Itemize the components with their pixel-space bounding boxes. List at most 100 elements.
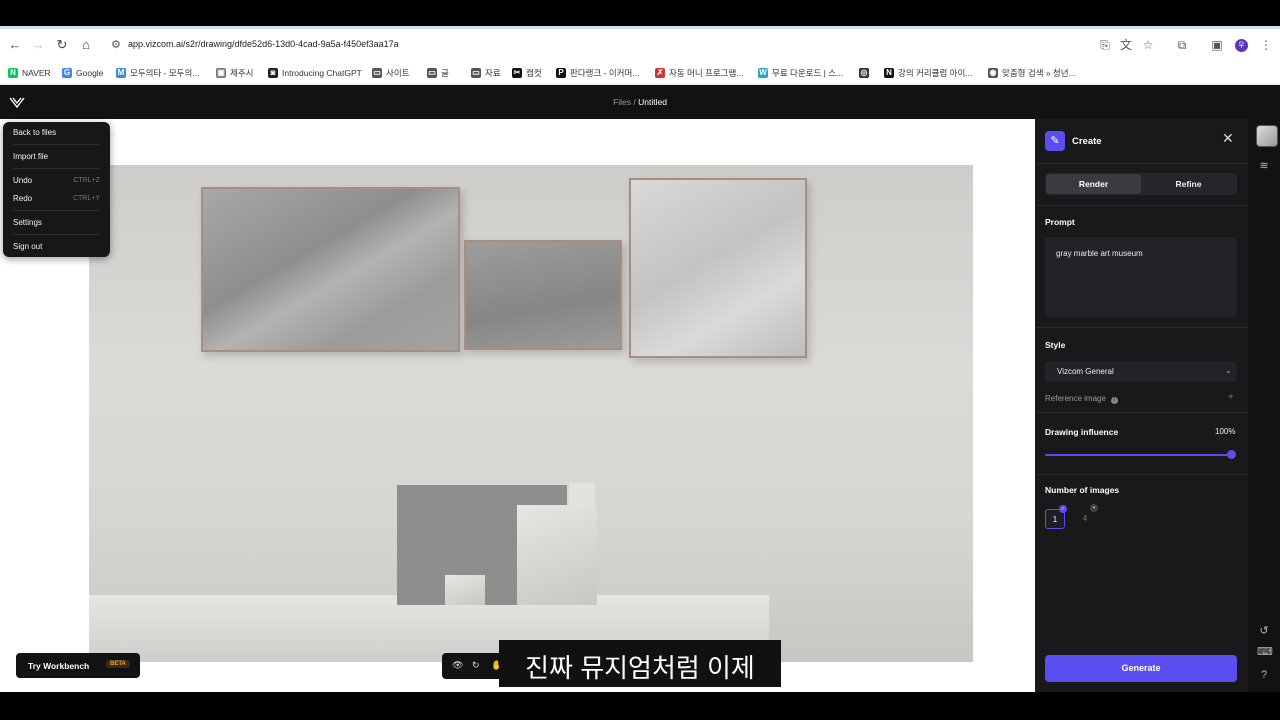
bookmark-icon: N (8, 68, 18, 78)
extensions-icon[interactable]: ⧉ (1174, 37, 1190, 53)
slider-fill (1045, 454, 1231, 456)
panel-divider (1035, 412, 1248, 413)
bookmark-item[interactable]: G Google (62, 66, 103, 80)
bookmark-item[interactable]: ▭ 사이트 (372, 66, 409, 80)
site-settings-icon[interactable]: ⚙ (111, 38, 121, 51)
bookmark-label: 제주시 (230, 68, 254, 78)
bookmark-icon: ◉ (988, 68, 998, 78)
reference-image-label: Reference image (1045, 394, 1106, 403)
menu-divider (13, 234, 100, 235)
panel-divider (1035, 205, 1248, 206)
bookmark-item[interactable]: ◎ (859, 66, 873, 80)
file-menu: Back to files Import file Undo CTRL+Z Re… (3, 122, 110, 257)
layers-icon[interactable]: ≋ (1257, 159, 1271, 173)
magic-wand-icon: ✎ (1045, 131, 1065, 151)
more-menu-icon[interactable]: ⋮ (1258, 37, 1274, 53)
translate-icon[interactable]: 文 (1118, 37, 1134, 53)
menu-item-undo[interactable]: Undo (13, 176, 32, 185)
info-icon[interactable]: i (1110, 397, 1118, 404)
bookmarks-bar: N NAVER G Google M 모두의타 - 모두의... ▣ 제주시 ◙ Introduc… (0, 62, 1280, 85)
images-option-4-label: 4 (1082, 514, 1088, 523)
menu-item-back-to-files[interactable]: Back to files (13, 128, 56, 137)
close-icon[interactable]: ✕ (1222, 130, 1234, 147)
chevron-down-icon: ⌄ (1225, 366, 1232, 375)
marble-vase (517, 505, 597, 605)
bookmark-item[interactable]: M 모두의타 - 모두의... (116, 66, 199, 80)
bookmark-icon: ▭ (471, 68, 481, 78)
top-black-bar (0, 0, 1280, 29)
images-option-1[interactable]: 1 ✓ (1045, 505, 1067, 529)
tab-render[interactable]: Render (1046, 174, 1141, 194)
bookmark-label: Google (76, 68, 104, 78)
bookmark-icon: G (62, 68, 72, 78)
home-icon[interactable]: ⌂ (78, 37, 94, 53)
history-icon[interactable]: ↺ (1257, 624, 1271, 638)
try-workbench-button[interactable]: Try Workbench BETA (16, 653, 140, 678)
breadcrumb-current[interactable]: Untitled (638, 97, 667, 107)
help-icon[interactable]: ? (1257, 668, 1271, 682)
tab-refine[interactable]: Refine (1141, 174, 1236, 194)
bookmark-icon: ▣ (216, 68, 226, 78)
bookmark-icon: ◙ (268, 68, 278, 78)
bookmark-item[interactable]: W 무료 다운로드 | 스... (758, 66, 843, 80)
menu-item-settings[interactable]: Settings (13, 218, 42, 227)
generation-thumbnail[interactable] (1256, 125, 1278, 147)
install-app-icon[interactable]: ⎘ (1097, 37, 1113, 53)
bookmark-star-icon[interactable]: ☆ (1140, 37, 1156, 53)
bookmark-item[interactable]: ✗ 자동 머니 프로그램... (655, 66, 743, 80)
bookmark-icon: W (758, 68, 768, 78)
menu-item-redo[interactable]: Redo (13, 194, 32, 203)
side-panel-icon[interactable]: ▣ (1209, 37, 1225, 53)
bookmark-item[interactable]: ▣ 제주시 (216, 66, 253, 80)
menu-divider (13, 210, 100, 211)
bookmark-item[interactable]: N NAVER (8, 66, 51, 80)
profile-avatar[interactable]: 우 (1235, 39, 1248, 52)
rendered-image[interactable] (89, 165, 973, 662)
marble-frame-right (629, 178, 807, 358)
bookmark-item[interactable]: ✂ 캡컷 (512, 66, 542, 80)
bookmark-label: 글 (441, 68, 449, 78)
address-bar: ← → ↻ ⌂ ⚙ app.vizcom.ai/s2r/drawing/dfde… (0, 29, 1280, 62)
bookmark-label: 캡컷 (526, 68, 542, 78)
eye-icon[interactable]: 👁 (452, 660, 463, 671)
bookmark-item[interactable]: P 판다랭크 - 이커머... (556, 66, 639, 80)
bookmark-label: 모두의타 - 모두의... (130, 68, 200, 78)
bookmark-item[interactable]: N 강의 커리큘럼 아이... (884, 66, 972, 80)
lock-icon: ▪ (1090, 504, 1098, 512)
drawing-influence-label: Drawing influence (1045, 427, 1119, 437)
bookmark-icon: ✂ (512, 68, 522, 78)
rotate-icon[interactable]: ↻ (472, 660, 480, 671)
bookmark-label: 자동 머니 프로그램... (669, 68, 744, 78)
forward-icon[interactable]: → (30, 37, 46, 53)
images-option-4[interactable]: 4 ▪ (1075, 504, 1098, 529)
bookmark-label: 판다랭크 - 이커머... (570, 68, 640, 78)
generate-button[interactable]: Generate (1045, 655, 1237, 682)
slider-handle[interactable] (1227, 450, 1236, 459)
canvas-area[interactable] (0, 119, 1035, 692)
screen: ← → ↻ ⌂ ⚙ app.vizcom.ai/s2r/drawing/dfde… (0, 0, 1280, 720)
prompt-text: gray marble art museum (1056, 249, 1143, 258)
right-rail: ≋ ↺ ⌨ ? (1248, 119, 1280, 692)
keyboard-icon[interactable]: ⌨ (1257, 645, 1273, 659)
bookmark-item[interactable]: ◉ 맞춤형 검색 » 청년... (988, 66, 1076, 80)
bookmark-item[interactable]: ◙ Introducing ChatGPT (268, 66, 362, 80)
bookmark-icon: ◎ (859, 68, 869, 78)
style-select[interactable]: Vizcom General ⌄ (1045, 361, 1237, 382)
breadcrumb-files[interactable]: Files / (613, 97, 636, 107)
drawing-influence-slider[interactable] (1045, 450, 1236, 459)
url-field[interactable]: ⚙ app.vizcom.ai/s2r/drawing/dfde52d6-13d… (104, 34, 1084, 57)
menu-divider (13, 144, 100, 145)
panel-divider (1035, 163, 1248, 164)
images-option-1-label: 1 (1052, 515, 1058, 524)
marble-frame-middle (464, 240, 622, 350)
panel-divider (1035, 474, 1248, 475)
bookmark-item[interactable]: ▭ 글 (427, 66, 449, 80)
menu-item-sign-out[interactable]: Sign out (13, 242, 42, 251)
reload-icon[interactable]: ↻ (54, 37, 70, 53)
menu-item-import-file[interactable]: Import file (13, 152, 48, 161)
bookmark-item[interactable]: ▭ 자료 (471, 66, 501, 80)
prompt-input[interactable]: gray marble art museum (1045, 237, 1237, 317)
subtitle-text: 진짜 뮤지엄처럼 이제 (525, 653, 755, 683)
back-icon[interactable]: ← (7, 37, 23, 53)
add-reference-icon[interactable]: + (1228, 392, 1234, 403)
